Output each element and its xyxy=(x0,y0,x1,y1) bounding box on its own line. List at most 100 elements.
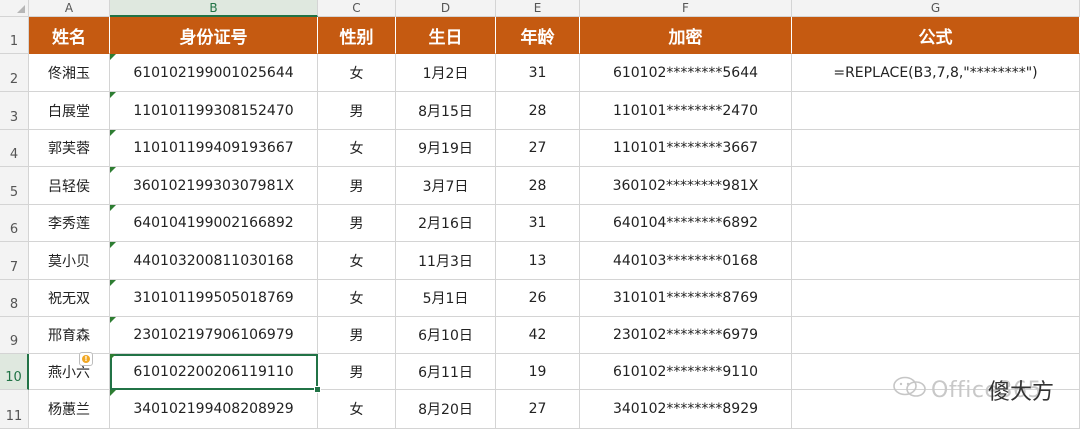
cell-e6[interactable]: 31 xyxy=(496,205,580,242)
column-header-g[interactable]: G xyxy=(792,0,1080,17)
select-all-corner[interactable] xyxy=(0,0,29,17)
cell-f8[interactable]: 310101********8769 xyxy=(580,280,792,317)
cell-b2[interactable]: 610102199001025644 xyxy=(110,54,318,92)
cell-f10[interactable]: 610102********9110 xyxy=(580,354,792,390)
cell-a7[interactable]: 莫小贝 xyxy=(29,242,110,280)
cell-g6[interactable] xyxy=(792,205,1080,242)
row-header-6[interactable]: 6 xyxy=(0,205,29,242)
cell-c7[interactable]: 女 xyxy=(318,242,396,280)
cell-d10[interactable]: 6月11日 xyxy=(396,354,496,390)
cell-f2[interactable]: 610102********5644 xyxy=(580,54,792,92)
cell-d7[interactable]: 11月3日 xyxy=(396,242,496,280)
cell-g2[interactable]: =REPLACE(B3,7,8,"********") xyxy=(792,54,1080,92)
cell-g8[interactable] xyxy=(792,280,1080,317)
cell-d6[interactable]: 2月16日 xyxy=(396,205,496,242)
header-cell-e[interactable]: 年龄 xyxy=(496,17,580,54)
cell-b10[interactable]: 610102200206119110 xyxy=(110,354,318,390)
cell-d11[interactable]: 8月20日 xyxy=(396,390,496,429)
cell-b7[interactable]: 440103200811030168 xyxy=(110,242,318,280)
cell-e11[interactable]: 27 xyxy=(496,390,580,429)
cell-f3[interactable]: 110101********2470 xyxy=(580,92,792,130)
cell-g9[interactable] xyxy=(792,317,1080,354)
cell-a9[interactable]: 邢育森 xyxy=(29,317,110,354)
cell-a2[interactable]: 佟湘玉 xyxy=(29,54,110,92)
cell-d3[interactable]: 8月15日 xyxy=(396,92,496,130)
cell-a10[interactable]: 燕小六 xyxy=(29,354,110,390)
row-header-9[interactable]: 9 xyxy=(0,317,29,354)
cell-f4[interactable]: 110101********3667 xyxy=(580,130,792,167)
cell-c2[interactable]: 女 xyxy=(318,54,396,92)
cell-c10[interactable]: 男 xyxy=(318,354,396,390)
cell-d5[interactable]: 3月7日 xyxy=(396,167,496,205)
cell-f11[interactable]: 340102********8929 xyxy=(580,390,792,429)
cell-b11[interactable]: 340102199408208929 xyxy=(110,390,318,429)
cell-f5[interactable]: 360102********981X xyxy=(580,167,792,205)
cell-g3[interactable] xyxy=(792,92,1080,130)
row-header-3[interactable]: 3 xyxy=(0,92,29,130)
cell-b5[interactable]: 36010219930307981X xyxy=(110,167,318,205)
cell-a3[interactable]: 白展堂 xyxy=(29,92,110,130)
cell-b9[interactable]: 230102197906106979 xyxy=(110,317,318,354)
cell-a6[interactable]: 李秀莲 xyxy=(29,205,110,242)
cell-d9[interactable]: 6月10日 xyxy=(396,317,496,354)
cell-c5[interactable]: 男 xyxy=(318,167,396,205)
column-header-c[interactable]: C xyxy=(318,0,396,17)
column-header-a[interactable]: A xyxy=(29,0,110,17)
cell-e7[interactable]: 13 xyxy=(496,242,580,280)
cell-f7[interactable]: 440103********0168 xyxy=(580,242,792,280)
column-header-f[interactable]: F xyxy=(580,0,792,17)
header-cell-g[interactable]: 公式 xyxy=(792,17,1080,54)
cell-c6[interactable]: 男 xyxy=(318,205,396,242)
wechat-icon xyxy=(893,376,927,404)
cell-b6[interactable]: 640104199002166892 xyxy=(110,205,318,242)
cell-c4[interactable]: 女 xyxy=(318,130,396,167)
spreadsheet: A B C D E F G 1 2 3 4 5 6 7 8 9 10 11 姓名 身份证号 性别 生日 年龄 加密 公式 佟湘玉 6… xyxy=(0,0,1080,429)
column-header-d[interactable]: D xyxy=(396,0,496,17)
cell-e4[interactable]: 27 xyxy=(496,130,580,167)
cell-e5[interactable]: 28 xyxy=(496,167,580,205)
cell-a4[interactable]: 郭芙蓉 xyxy=(29,130,110,167)
row-header-7[interactable]: 7 xyxy=(0,242,29,280)
row-header-8[interactable]: 8 xyxy=(0,280,29,317)
cell-a8[interactable]: 祝无双 xyxy=(29,280,110,317)
error-check-icon[interactable]: ! xyxy=(79,352,93,366)
cell-g4[interactable] xyxy=(792,130,1080,167)
watermark-brand: 傻大方 xyxy=(988,380,1055,405)
cell-a5[interactable]: 吕轻侯 xyxy=(29,167,110,205)
column-header-e[interactable]: E xyxy=(496,0,580,17)
header-cell-c[interactable]: 性别 xyxy=(318,17,396,54)
cell-b3[interactable]: 110101199308152470 xyxy=(110,92,318,130)
row-header-4[interactable]: 4 xyxy=(0,130,29,167)
column-header-b[interactable]: B xyxy=(110,0,318,17)
header-cell-f[interactable]: 加密 xyxy=(580,17,792,54)
cell-e10[interactable]: 19 xyxy=(496,354,580,390)
cell-d4[interactable]: 9月19日 xyxy=(396,130,496,167)
row-header-2[interactable]: 2 xyxy=(0,54,29,92)
cell-f6[interactable]: 640104********6892 xyxy=(580,205,792,242)
header-cell-d[interactable]: 生日 xyxy=(396,17,496,54)
watermark: Office365 傻大方 xyxy=(893,374,1054,406)
header-cell-b[interactable]: 身份证号 xyxy=(110,17,318,54)
cell-g5[interactable] xyxy=(792,167,1080,205)
cell-a11[interactable]: 杨蕙兰 xyxy=(29,390,110,429)
cell-c9[interactable]: 男 xyxy=(318,317,396,354)
cell-c11[interactable]: 女 xyxy=(318,390,396,429)
row-header-5[interactable]: 5 xyxy=(0,167,29,205)
row-header-11[interactable]: 11 xyxy=(0,390,29,429)
cell-g7[interactable] xyxy=(792,242,1080,280)
header-cell-a[interactable]: 姓名 xyxy=(29,17,110,54)
fill-handle[interactable] xyxy=(314,386,321,393)
cell-c8[interactable]: 女 xyxy=(318,280,396,317)
row-header-10[interactable]: 10 xyxy=(0,354,29,390)
cell-e2[interactable]: 31 xyxy=(496,54,580,92)
cell-e9[interactable]: 42 xyxy=(496,317,580,354)
cell-b4[interactable]: 110101199409193667 xyxy=(110,130,318,167)
row-header-1[interactable]: 1 xyxy=(0,17,29,54)
cell-f9[interactable]: 230102********6979 xyxy=(580,317,792,354)
cell-e3[interactable]: 28 xyxy=(496,92,580,130)
cell-d2[interactable]: 1月2日 xyxy=(396,54,496,92)
cell-c3[interactable]: 男 xyxy=(318,92,396,130)
cell-d8[interactable]: 5月1日 xyxy=(396,280,496,317)
cell-b8[interactable]: 310101199505018769 xyxy=(110,280,318,317)
cell-e8[interactable]: 26 xyxy=(496,280,580,317)
